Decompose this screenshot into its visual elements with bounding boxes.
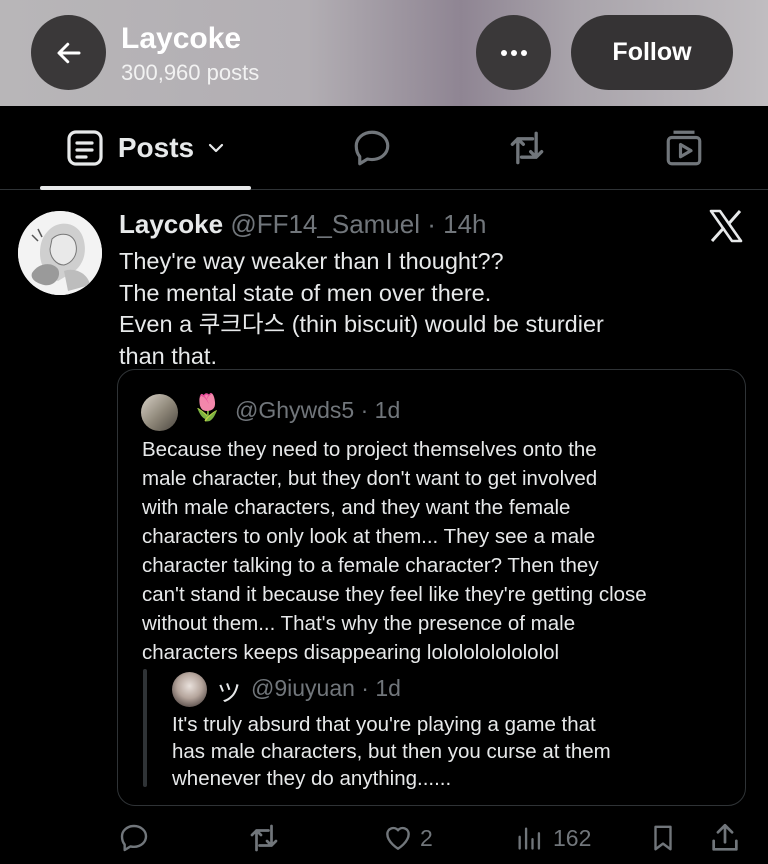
- profile-name: Laycoke: [121, 22, 242, 55]
- chevron-down-icon: [209, 143, 224, 153]
- share-upload-icon: [712, 823, 738, 851]
- arrow-left-icon: [57, 42, 80, 63]
- bookmark-icon: [654, 825, 672, 851]
- x-logo-icon: [708, 208, 744, 244]
- quoted-text-line: Because they need to project themselves …: [142, 438, 597, 461]
- active-tab-indicator: [40, 186, 251, 190]
- post-text-line: The mental state of men over there.: [119, 279, 492, 306]
- nested-author-avatar: [172, 672, 207, 707]
- quoted-author-name: 🌷: [191, 392, 224, 422]
- share-button[interactable]: [708, 820, 742, 856]
- post-body: They're way weaker than I thought?? The …: [119, 246, 679, 372]
- nested-text-line: whenever they do anything......: [172, 767, 452, 790]
- quoted-text-line: characters keeps disappearing lololololo…: [142, 641, 560, 664]
- profile-header: Laycoke 300,960 posts Follow: [0, 0, 768, 106]
- views-count: 162: [553, 824, 592, 851]
- post-count: 300,960 posts: [121, 60, 260, 85]
- quoted-text-line: characters to only look at them... They …: [142, 525, 596, 548]
- tab-replies[interactable]: [340, 106, 404, 190]
- quoted-text-line: character talking to a female character?…: [142, 554, 599, 577]
- like-button[interactable]: 2: [382, 820, 433, 856]
- quoted-text-line: male character, but they don't want to g…: [142, 467, 598, 490]
- repost-button[interactable]: [246, 820, 282, 856]
- views-button[interactable]: 162: [515, 820, 591, 856]
- like-count: 2: [420, 824, 433, 851]
- post-text-line: Even a 쿠크다스 (thin biscuit) would be stur…: [119, 311, 604, 337]
- quoted-post-body: Because they need to project themselves …: [142, 435, 722, 667]
- quoted-text-line: can't stand it because they feel like th…: [142, 583, 647, 606]
- repost-icon: [250, 824, 278, 852]
- ellipsis-icon: [500, 49, 527, 56]
- nested-author-meta: @9iuyuan · 1d: [251, 675, 401, 701]
- tab-reposts[interactable]: [495, 106, 559, 190]
- reply-button[interactable]: [118, 820, 150, 856]
- more-button[interactable]: [476, 15, 551, 90]
- author-avatar[interactable]: [18, 211, 102, 295]
- nested-text-line: has male characters, but then you curse …: [172, 740, 611, 763]
- author-meta[interactable]: @FF14_Samuel · 14h: [230, 209, 486, 239]
- bookmark-button[interactable]: [648, 820, 678, 856]
- nested-author-name: ツ: [217, 680, 241, 707]
- tab-posts[interactable]: Posts: [40, 106, 252, 190]
- reply-bubble-icon: [354, 130, 390, 166]
- quoted-author-avatar: [141, 394, 178, 431]
- follow-button[interactable]: Follow: [571, 15, 733, 90]
- nested-quote-bar: [143, 669, 147, 787]
- posts-icon: [67, 130, 103, 166]
- video-tab-icon: [666, 130, 702, 166]
- author-name[interactable]: Laycoke: [119, 209, 223, 239]
- post-header: Laycoke @FF14_Samuel · 14h: [119, 209, 487, 240]
- reply-icon: [120, 824, 148, 852]
- repost-icon: [510, 131, 544, 165]
- post-text-line: than that.: [119, 342, 217, 369]
- nested-text-line: It's truly absurd that you're playing a …: [172, 713, 596, 736]
- heart-icon: [386, 826, 410, 850]
- nested-post-body: It's truly absurd that you're playing a …: [172, 711, 712, 792]
- tab-media[interactable]: [652, 106, 716, 190]
- tab-posts-label: Posts: [117, 132, 195, 163]
- quoted-author-meta: @Ghywds5 · 1d: [235, 397, 401, 423]
- quoted-text-line: with male characters, and they want the …: [142, 496, 571, 519]
- post-text-line: They're way weaker than I thought??: [119, 248, 504, 274]
- profile-tabs: Posts: [0, 106, 768, 190]
- views-chart-icon: [518, 827, 541, 850]
- back-button[interactable]: [31, 15, 106, 90]
- quoted-text-line: without them... That's why the presence …: [142, 612, 576, 635]
